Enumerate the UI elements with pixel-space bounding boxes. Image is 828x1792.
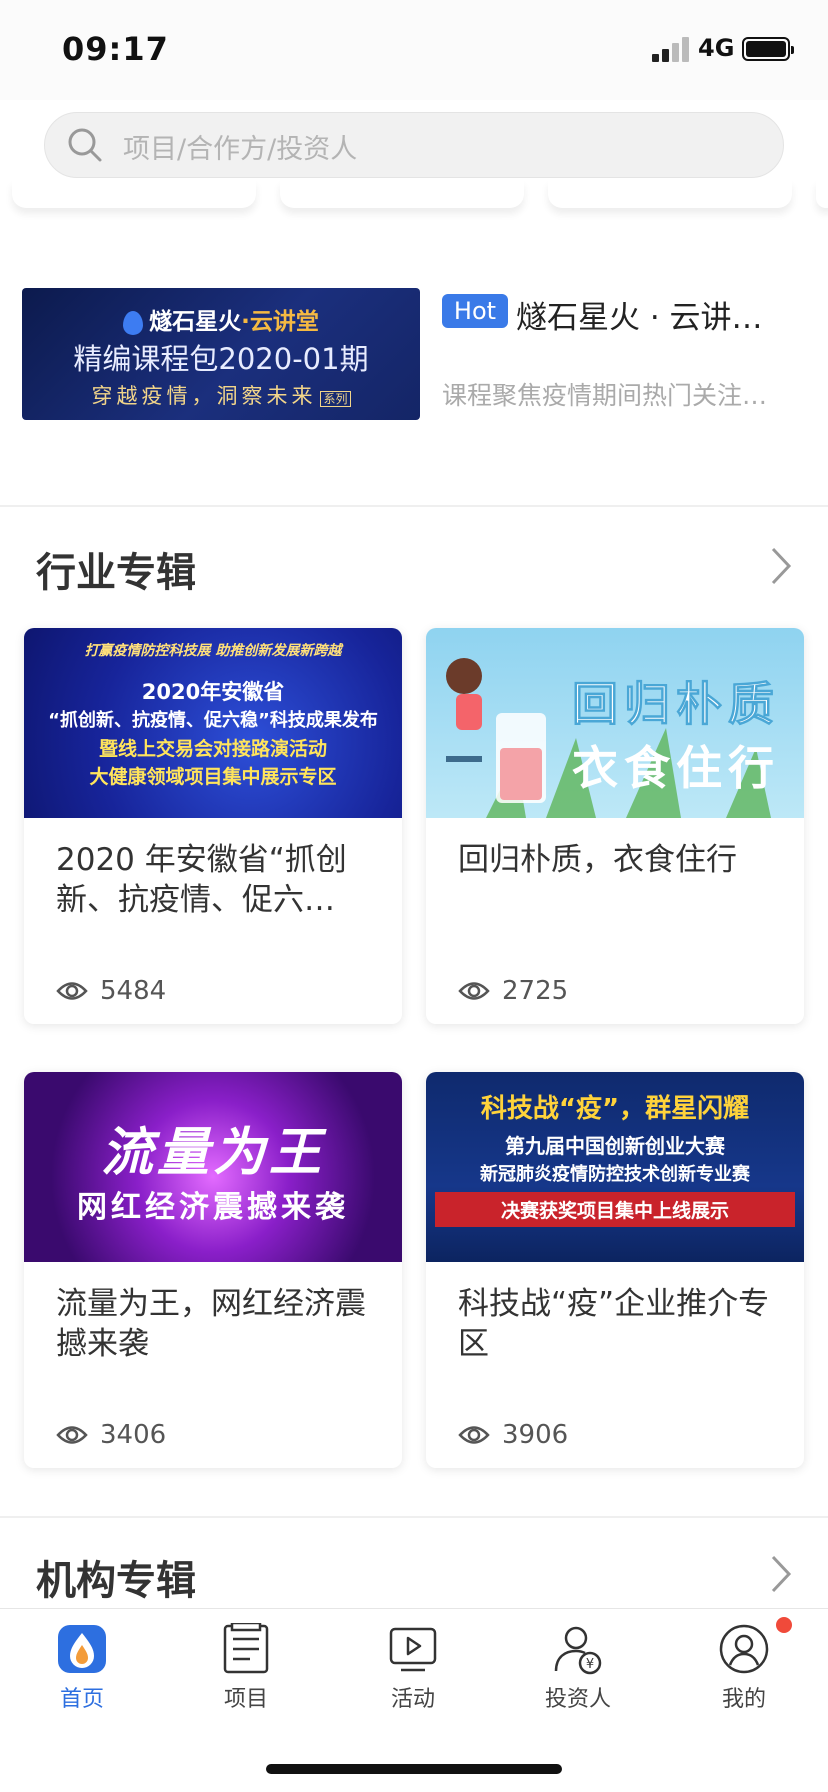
chevron-right-icon[interactable] [770,1554,792,1594]
banner-text: 回归朴质 [572,677,780,732]
carousel-card-edge[interactable] [280,180,524,208]
carousel-card-edge[interactable] [548,180,792,208]
signal-icon [652,36,692,62]
featured-description: 课程聚焦疫情期间热门关注… [442,381,768,410]
album-card[interactable]: 科技战“疫”，群星闪耀 第九届中国创新创业大赛 新冠肺炎疫情防控技术创新专业赛 … [426,1072,804,1468]
banner-text: 打赢疫情防控科技展 助推创新发展新跨越 [84,643,342,659]
search-placeholder: 项目/合作方/投资人 [123,134,358,165]
carousel-card-edge[interactable] [816,180,828,208]
tab-projects[interactable]: 项目 [196,1623,296,1713]
home-logo-icon [58,1625,106,1673]
view-count: 3906 [502,1420,569,1450]
tab-investors[interactable]: ¥ 投资人 [528,1623,628,1713]
eye-icon [458,1426,490,1444]
tab-label: 项目 [223,1687,268,1712]
tab-label: 活动 [390,1687,435,1712]
document-icon [223,1623,269,1674]
tab-label: 我的 [721,1687,766,1712]
album-banner-image: 打赢疫情防控科技展 助推创新发展新跨越 2020年安徽省 “抓创新、抗疫情、促六… [24,628,402,818]
status-bar: 09:17 4G [0,0,828,100]
banner-text: 科技战“疫”，群星闪耀 [480,1094,750,1124]
section-title-org: 机构专辑 [36,1558,196,1604]
album-card[interactable]: 流量为王 网红经济震撼来袭 流量为王，网红经济震撼来袭 3406 [24,1072,402,1468]
banner-text: “抓创新、抗疫情、促六稳”科技成果发布 [48,710,378,731]
eye-icon [56,982,88,1000]
banner-text: 2020年安徽省 [141,680,285,704]
status-time: 09:17 [62,30,169,68]
featured-banner-image[interactable]: 燧石星火·云讲堂 精编课程包2020-01期 穿越疫情，洞察未来 系列 [22,288,420,420]
album-title: 科技战“疫”企业推介专区 [458,1286,770,1362]
featured-title[interactable]: 燧石星火 · 云讲… [516,292,763,337]
banner-text: 衣食住行 [572,741,780,795]
album-banner-image: 回归朴质 衣食住行 [426,628,804,818]
album-title: 流量为王，网红经济震撼来袭 [56,1286,366,1362]
banner-text: 决赛获奖项目集中上线展示 [435,1192,795,1227]
eye-icon [56,1426,88,1444]
home-indicator [266,1764,562,1774]
album-banner-image: 科技战“疫”，群星闪耀 第九届中国创新创业大赛 新冠肺炎疫情防控技术创新专业赛 … [426,1072,804,1262]
album-card[interactable]: 回归朴质 衣食住行 回归朴质，衣食住行 2725 [426,628,804,1024]
tab-home[interactable]: 首页 [32,1623,132,1713]
carousel-card-edge[interactable] [12,180,256,208]
divider [0,1516,828,1518]
tab-activities[interactable]: 活动 [363,1623,463,1713]
album-banner-image: 流量为王 网红经济震撼来袭 [24,1072,402,1262]
banner-brand-suffix: ·云讲堂 [241,309,319,335]
album-title: 回归朴质，衣食住行 [458,842,737,878]
divider [0,505,828,507]
hot-badge: Hot [442,294,508,328]
investor-icon: ¥ [554,1626,602,1675]
tab-label: 首页 [59,1687,104,1712]
view-count: 2725 [502,976,569,1006]
banner-brand: 燧石星火 [149,309,242,335]
banner-text: 暨线上交易会对接路演活动 [98,738,327,760]
search-icon [68,128,102,162]
video-play-icon [389,1627,437,1672]
eye-icon [458,982,490,1000]
battery-icon [742,37,794,61]
banner-text: 流量为王 [100,1123,325,1183]
notification-dot [776,1617,792,1633]
view-count: 3406 [100,1420,167,1450]
section-title-industry: 行业专辑 [36,550,196,596]
view-count: 5484 [100,976,167,1006]
banner-text: 新冠肺炎疫情防控技术创新专业赛 [480,1164,750,1185]
album-title: 2020 年安徽省“抓创新、抗疫情、促六… [56,842,347,918]
chevron-right-icon[interactable] [770,546,792,586]
banner-tag: 系列 [320,391,351,407]
svg-text:¥: ¥ [586,1657,594,1672]
tab-mine[interactable]: 我的 [694,1623,794,1713]
banner-slogan: 穿越疫情，洞察未来 [91,384,317,408]
banner-text: 第九届中国创新创业大赛 [505,1134,725,1158]
profile-icon [719,1624,769,1674]
banner-subtitle: 精编课程包2020-01期 [73,342,369,376]
network-type: 4G [698,34,735,62]
banner-text: 大健康领域项目集中展示专区 [89,766,337,788]
flame-logo-icon [123,310,144,335]
tab-label: 投资人 [544,1687,611,1712]
album-card[interactable]: 打赢疫情防控科技展 助推创新发展新跨越 2020年安徽省 “抓创新、抗疫情、促六… [24,628,402,1024]
banner-text: 网红经济震撼来袭 [77,1190,349,1225]
search-bar[interactable]: 项目/合作方/投资人 [44,112,784,178]
